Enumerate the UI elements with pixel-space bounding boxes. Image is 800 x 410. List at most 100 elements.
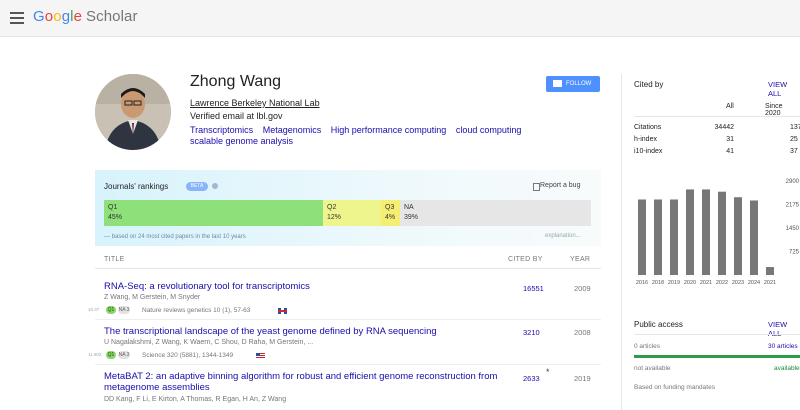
interest-link[interactable]: Metagenomics (263, 125, 322, 135)
chart-bar[interactable] (750, 200, 758, 275)
rankings-title: Journals' rankings (104, 182, 169, 191)
not-available-label: not available (634, 365, 671, 372)
cited-by-title: Cited by (634, 80, 664, 89)
paper-venue: Science 320 (5881), 1344-1349 (142, 352, 234, 359)
menu-icon[interactable] (10, 12, 24, 24)
divider (95, 319, 601, 320)
na-badge: NA 3 (118, 351, 130, 359)
ranking-segment-label: Q1 (108, 204, 118, 211)
info-icon[interactable] (212, 183, 218, 189)
ranking-segment-value: 45% (108, 214, 123, 221)
logo-scholar: Scholar (86, 8, 138, 25)
chart-x-tick: 2020 (684, 280, 696, 286)
divider (634, 334, 800, 335)
chart-bar[interactable] (702, 189, 710, 275)
chart-bar[interactable] (766, 267, 774, 275)
chart-bar[interactable] (638, 199, 646, 275)
chart-x-tick: 2024 (748, 280, 760, 286)
chart-y-tick: 725 (789, 250, 800, 256)
available-label: available (774, 365, 800, 372)
ranking-segment-value: 39% (404, 214, 419, 221)
stat-all-value: 34442 (714, 124, 734, 131)
ranking-segment-label: Q3 (385, 204, 395, 211)
impact-score: 11.902 (88, 352, 102, 357)
stat-label: Citations (634, 124, 662, 131)
cited-count[interactable]: 3210 (523, 328, 540, 337)
paper-title[interactable]: RNA-Seq: a revolutionary tool for transc… (104, 281, 504, 292)
stat-all-value: 41 (726, 148, 734, 155)
google-scholar-logo[interactable]: Google Scholar (33, 8, 138, 25)
citations-chart: 2016 2018 2019 2020 2021 2022 2023 2024 2021 2900… (636, 179, 800, 286)
chart-x-tick: 2021 (764, 280, 776, 286)
ranking-segment-value: 4% (385, 214, 396, 221)
chart-bar[interactable] (654, 199, 662, 275)
paper-venue: Nature reviews genetics 10 (1), 57-63 (142, 307, 251, 314)
paper-authors: DD Kang, F Li, E Kirton, A Thomas, R Ega… (104, 396, 287, 403)
ranking-segment-label: NA (404, 204, 414, 211)
paper-title[interactable]: The transcriptional landscape of the yea… (104, 326, 504, 337)
col-title-header[interactable]: TITLE (104, 256, 125, 263)
chart-y-tick: 1450 (786, 226, 800, 232)
stat-label: i10-index (634, 148, 663, 155)
ranking-segment-value: 12% (327, 214, 342, 221)
public-access-bar (634, 355, 800, 358)
chart-bar[interactable] (718, 191, 726, 275)
rankings-based-on: — based on 24 most cited papers in the l… (104, 234, 246, 240)
paper-year: 2009 (574, 284, 591, 293)
interest-link[interactable]: High performance computing (331, 125, 447, 135)
divider (634, 116, 800, 117)
col-all-header: All (726, 103, 734, 110)
quartile-badge: Q1 (106, 306, 116, 314)
stat-since-value: 37 (790, 148, 798, 155)
col-year-header[interactable]: YEAR (570, 256, 590, 263)
chart-y-tick: 2175 (786, 203, 800, 209)
follow-button[interactable]: FOLLOW (546, 76, 600, 92)
profile-email: Verified email at lbl.gov (190, 111, 283, 121)
ranking-segment-label: Q2 (327, 204, 337, 211)
divider (621, 74, 622, 410)
avatar (95, 74, 171, 150)
uk-flag-icon (278, 308, 287, 314)
view-all-citations-link[interactable]: VIEW ALL (768, 80, 800, 98)
interest-link[interactable]: Transcriptomics (190, 125, 253, 135)
report-icon[interactable] (533, 183, 540, 191)
paper-year: 2008 (574, 328, 591, 337)
interest-link[interactable]: cloud computing (456, 125, 522, 135)
view-all-public-access-link[interactable]: VIEW ALL (768, 320, 800, 338)
public-access-title: Public access (634, 320, 683, 329)
paper-authors: Z Wang, M Gerstein, M Snyder (104, 294, 201, 301)
profile-interests: Transcriptomics Metagenomics High perfor… (190, 125, 530, 147)
chart-y-tick: 2900 (786, 179, 800, 185)
rankings-bar: Q1 45% Q2 12% Q3 4% NA 39% (104, 200, 591, 226)
not-available-count[interactable]: 0 articles (634, 343, 660, 350)
envelope-icon (553, 80, 562, 87)
stat-all-value: 31 (726, 136, 734, 143)
chart-x-tick: 2022 (716, 280, 728, 286)
chart-x-tick: 2021 (700, 280, 712, 286)
follow-label: FOLLOW (566, 81, 592, 87)
us-flag-icon (256, 353, 265, 359)
logo-google: Google (33, 8, 83, 25)
col-cited-header[interactable]: CITED BY (508, 256, 543, 263)
explanation-link[interactable]: explanation... (545, 233, 581, 239)
chart-bar[interactable] (686, 189, 694, 275)
star-icon: * (546, 367, 550, 377)
chart-x-tick: 2016 (636, 280, 648, 286)
divider (95, 268, 601, 269)
available-count[interactable]: 30 articles (768, 343, 798, 350)
na-badge: NA 3 (118, 306, 130, 314)
paper-title[interactable]: MetaBAT 2: an adaptive binning algorithm… (104, 371, 504, 393)
profile-affiliation[interactable]: Lawrence Berkeley National Lab (190, 98, 320, 108)
ranking-segment-q1: Q1 45% (104, 200, 323, 226)
funding-mandates-note: Based on funding mandates (634, 384, 715, 391)
chart-bar[interactable] (670, 199, 678, 275)
stat-since-value: 13779 (790, 124, 800, 131)
cited-count[interactable]: 2633 (523, 374, 540, 383)
interest-link[interactable]: scalable genome analysis (190, 136, 293, 146)
quartile-badge: Q1 (106, 351, 116, 359)
cited-count[interactable]: 16551 (523, 284, 544, 293)
col-since-header: Since 2020 (765, 103, 783, 117)
chart-bar[interactable] (734, 197, 742, 275)
chart-x-tick: 2018 (652, 280, 664, 286)
report-bug-link[interactable]: Report a bug (540, 182, 580, 189)
